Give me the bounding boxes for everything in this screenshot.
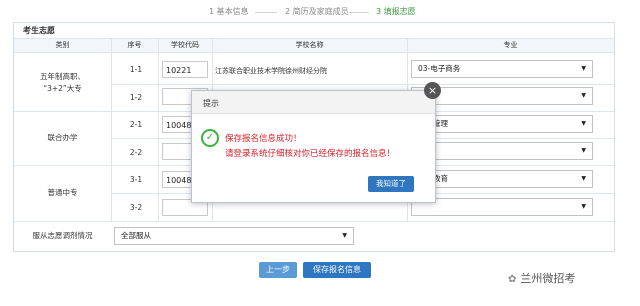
- dialog-header: 提示: [192, 91, 435, 114]
- step-1: 1 基本信息: [209, 7, 249, 16]
- step-3-active: 3 填报志愿: [376, 7, 416, 16]
- watermark-text: 兰州微招考: [520, 272, 576, 285]
- grid-line: [158, 38, 159, 221]
- category-cell: 联合办学: [14, 132, 111, 144]
- step-indicator: 1 基本信息 2 简历及家庭成员 3 填报志愿: [0, 6, 640, 18]
- chevron-down-icon: ▼: [581, 175, 586, 182]
- adjust-label: 服从志愿调剂情况: [32, 231, 93, 240]
- major-select[interactable]: 03-电子商务 ▼: [411, 60, 593, 78]
- grid-line: [14, 38, 614, 39]
- watermark: ✿ 兰州微招考: [508, 270, 575, 286]
- school-name: 江苏联合职业技术学院徐州财经分院: [215, 67, 327, 75]
- chevron-down-icon: ▼: [581, 65, 586, 72]
- grid-line: [14, 52, 614, 53]
- adjust-select[interactable]: 全部服从 ▼: [114, 227, 354, 245]
- header-seq: 序号: [127, 41, 142, 49]
- category-label: “3+2”大专: [43, 84, 82, 93]
- adjust-value: 全部服从: [121, 231, 151, 240]
- seq-cell: 3-2: [129, 203, 143, 212]
- check-circle-icon: ✓: [201, 129, 219, 147]
- panel-title: 考生志愿: [23, 26, 55, 35]
- dialog-message-line1: 保存报名信息成功！: [225, 134, 302, 144]
- dialog-message-line2: 请登录系统仔细核对你已经保存的报名信息！: [225, 149, 396, 159]
- chevron-down-icon: ▼: [581, 203, 586, 210]
- close-icon[interactable]: ×: [424, 82, 441, 99]
- header-category: 类别: [55, 41, 70, 49]
- category-cell: 五年制高职、 “3+2”大专: [14, 71, 111, 95]
- header-school: 学校名称: [295, 41, 324, 49]
- chevron-down-icon: ▼: [581, 92, 586, 99]
- grid-line: [111, 38, 112, 221]
- grid-line: [14, 221, 614, 222]
- step-2: 2 简历及家庭成员: [285, 7, 349, 16]
- category-label: 五年制高职、: [40, 72, 85, 81]
- chevron-down-icon: ▼: [581, 120, 586, 127]
- success-dialog: 提示 × ✓ 保存报名信息成功！ 请登录系统仔细核对你已经保存的报名信息！ 我知…: [191, 82, 441, 203]
- major-value: 03-电子商务: [418, 64, 461, 73]
- chevron-down-icon: ▼: [342, 232, 347, 239]
- dialog-title: 提示: [203, 99, 219, 108]
- category-label: 联合办学: [47, 133, 78, 142]
- major-select[interactable]: ▼: [411, 142, 593, 160]
- seq-cell: 2-2: [129, 148, 143, 157]
- seq-cell: 1-2: [129, 93, 143, 102]
- major-select[interactable]: 酒店管理 ▼: [411, 115, 593, 133]
- category-cell: 普通中专: [14, 187, 111, 199]
- header-major: 专业: [503, 41, 518, 49]
- seq-cell: 1-1: [129, 65, 143, 74]
- prev-step-button[interactable]: 上一步: [259, 262, 297, 278]
- major-select[interactable]: 学前教育 ▼: [411, 170, 593, 188]
- chevron-down-icon: ▼: [581, 147, 586, 154]
- seq-cell: 3-1: [129, 175, 143, 184]
- wechat-icon: ✿: [508, 274, 517, 285]
- major-select[interactable]: ▼: [411, 198, 593, 216]
- header-code: 学校代码: [171, 41, 199, 49]
- step-divider: [349, 12, 369, 13]
- acknowledge-button[interactable]: 我知道了: [368, 176, 414, 192]
- school-code-input[interactable]: 10221: [162, 61, 208, 78]
- step-divider: [255, 12, 277, 13]
- category-label: 普通中专: [47, 188, 78, 197]
- seq-cell: 2-1: [129, 120, 143, 129]
- grid-line: [111, 84, 614, 85]
- save-registration-button[interactable]: 保存报名信息: [303, 262, 371, 278]
